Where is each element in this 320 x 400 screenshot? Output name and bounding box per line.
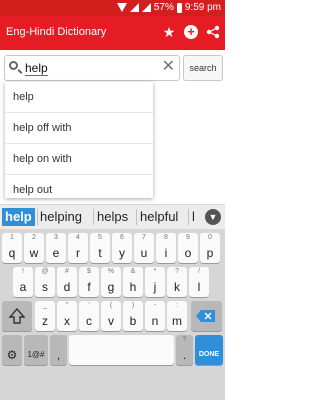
signal-icon-2	[141, 3, 151, 12]
settings-key[interactable]: ⚙	[2, 335, 22, 365]
key[interactable]: / l	[189, 267, 209, 297]
key[interactable]: " x	[57, 301, 77, 331]
star-icon[interactable]: ★	[161, 24, 177, 40]
gear-icon: ⚙	[6, 348, 18, 362]
clear-icon[interactable]: ✕	[162, 59, 175, 75]
key[interactable]: # d	[57, 267, 77, 297]
backspace-key[interactable]	[191, 301, 222, 331]
done-key[interactable]: DONE	[195, 335, 223, 365]
key[interactable]: 1q	[2, 233, 22, 263]
battery-percent: 57%	[153, 2, 174, 13]
wifi-icon	[116, 3, 127, 12]
autocomplete-item[interactable]: help out	[5, 175, 153, 198]
key[interactable]: (v	[101, 301, 121, 331]
key[interactable]: _ z	[35, 301, 55, 331]
shift-icon	[8, 307, 26, 324]
suggestion-partial[interactable]: l	[192, 208, 195, 226]
suggestion-divider	[93, 209, 94, 225]
key[interactable]: ) b	[123, 301, 143, 331]
suggestion-helps[interactable]: helps	[97, 208, 128, 226]
suggestion-divider	[188, 209, 189, 225]
key[interactable]: 4r	[68, 233, 88, 263]
symbols-key[interactable]: 1@#	[24, 335, 48, 365]
suggestion-help[interactable]: help	[2, 208, 35, 226]
search-button[interactable]: search	[183, 55, 223, 81]
autocomplete-item[interactable]: help on with	[5, 144, 153, 175]
key[interactable]: :m	[167, 301, 187, 331]
autocomplete-item[interactable]: help off with	[5, 113, 153, 144]
suggestion-divider	[37, 209, 38, 225]
period-key[interactable]: ?.	[176, 335, 193, 365]
key[interactable]: $ f	[79, 267, 99, 297]
key[interactable]: -n	[145, 301, 165, 331]
battery-icon	[176, 2, 182, 13]
suggestion-helping[interactable]: helping	[40, 208, 82, 226]
app-bar: Eng-Hindi Dictionary ★ +	[0, 16, 225, 50]
suggestion-divider	[136, 209, 137, 225]
share-icon[interactable]	[205, 24, 221, 40]
autocomplete-item[interactable]: help	[5, 82, 153, 113]
key[interactable]: 7u	[134, 233, 154, 263]
key[interactable]: 0p	[200, 233, 220, 263]
autocomplete-dropdown: help help off with help on with help out	[5, 82, 153, 198]
backspace-icon	[196, 310, 215, 322]
search-input-text[interactable]: help	[25, 61, 48, 76]
search-input[interactable]: help ✕	[4, 55, 180, 81]
key[interactable]: & h	[123, 267, 143, 297]
keyboard: 1q 2w 3e 4r 5t 6y 7u 8i 9o 0p ! a @ s # d $…	[0, 229, 225, 400]
key[interactable]: 2w	[24, 233, 44, 263]
key[interactable]: % g	[101, 267, 121, 297]
search-icon	[9, 61, 18, 70]
keyboard-suggestion-bar: help helping helps helpful l ▼	[0, 204, 225, 229]
app-title: Eng-Hindi Dictionary	[6, 26, 107, 38]
signal-icon	[129, 3, 139, 12]
comma-key[interactable]: ,	[50, 335, 67, 365]
search-row: help ✕ search	[0, 50, 225, 86]
key[interactable]: 9o	[178, 233, 198, 263]
key[interactable]: 5t	[90, 233, 110, 263]
status-time: 9:59 pm	[184, 2, 221, 13]
status-bar: 57% 9:59 pm	[0, 0, 225, 16]
key[interactable]: * j	[145, 267, 165, 297]
key[interactable]: 3e	[46, 233, 66, 263]
space-key[interactable]	[69, 335, 174, 365]
shift-key[interactable]	[2, 301, 32, 331]
chevron-down-icon[interactable]: ▼	[205, 209, 221, 225]
suggestion-helpful[interactable]: helpful	[140, 208, 178, 226]
key[interactable]: 6y	[112, 233, 132, 263]
key[interactable]: 8i	[156, 233, 176, 263]
add-icon[interactable]: +	[183, 24, 199, 40]
key[interactable]: ' c	[79, 301, 99, 331]
key[interactable]: @ s	[35, 267, 55, 297]
key[interactable]: ? k	[167, 267, 187, 297]
key[interactable]: ! a	[13, 267, 33, 297]
